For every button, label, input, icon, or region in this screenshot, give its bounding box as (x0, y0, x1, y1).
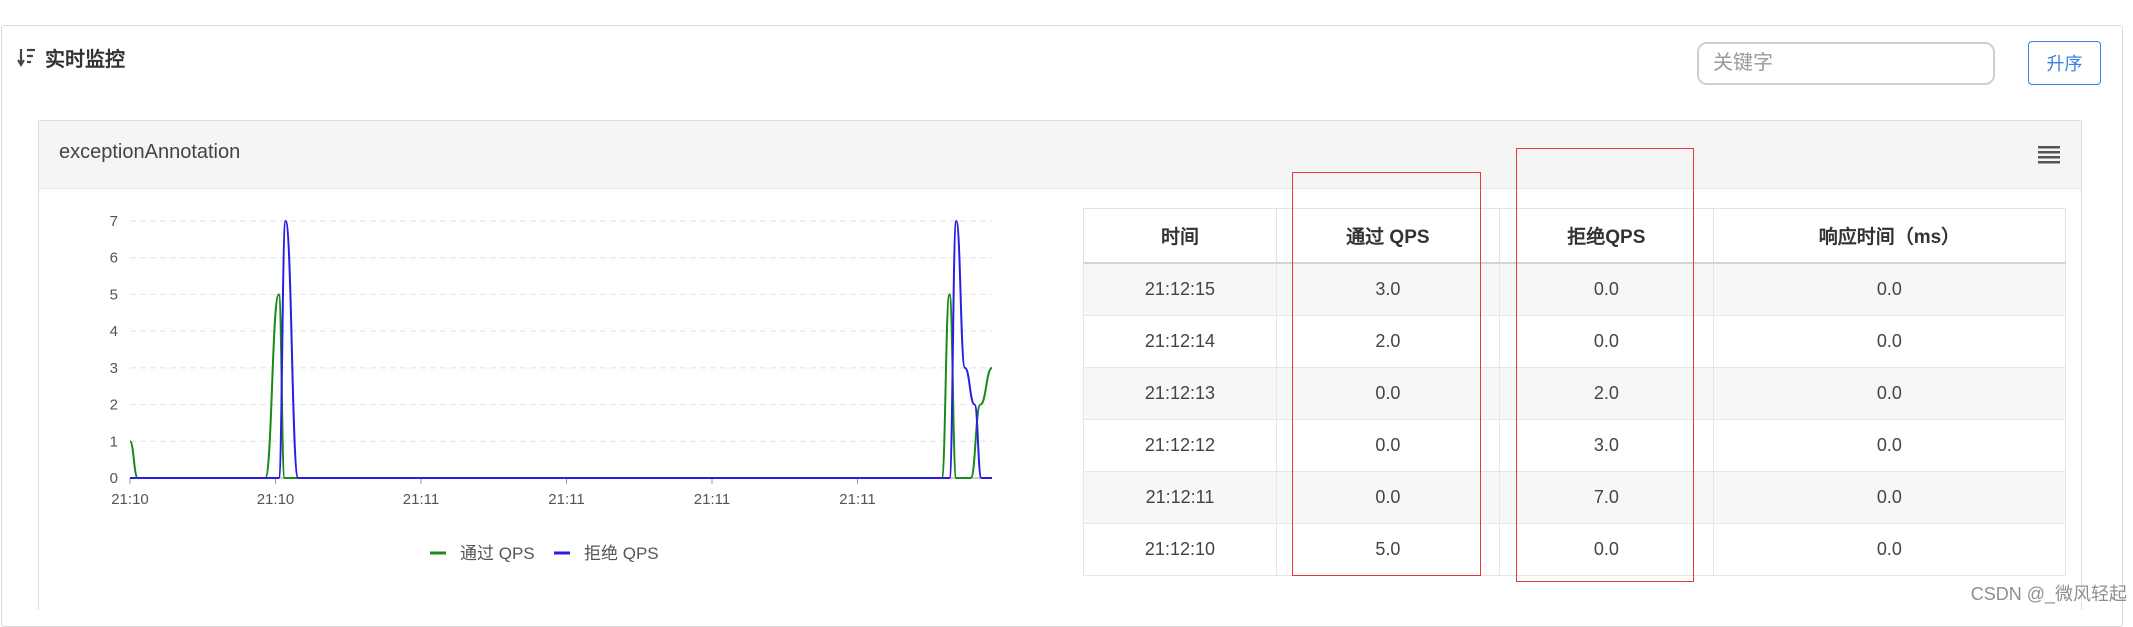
cell-pass-qps: 0.0 (1275, 419, 1500, 472)
y-tick-label: 2 (110, 397, 118, 414)
y-tick-label: 5 (110, 286, 118, 303)
cell-time: 21:12:15 (1083, 262, 1277, 316)
table-row: 21:12:13 0.0 2.0 0.0 (1083, 367, 2067, 420)
y-tick-label: 7 (110, 213, 118, 230)
cell-pass-qps: 5.0 (1275, 523, 1500, 576)
table-row: 21:12:15 3.0 0.0 0.0 (1083, 262, 2067, 316)
cell-pass-qps: 3.0 (1275, 262, 1500, 316)
qps-line-chart: 0 1 2 3 4 5 6 7 21:10 21:10 21:11 21:11 21:11 21:11 通过… (110, 213, 993, 563)
cell-time: 21:12:13 (1083, 367, 1277, 420)
cell-pass-qps: 2.0 (1275, 315, 1500, 368)
x-tick-label: 21:11 (839, 491, 875, 508)
cell-response-time: 0.0 (1712, 262, 2067, 316)
y-tick-label: 4 (110, 323, 118, 340)
legend-pass-qps-label: 通过 QPS (460, 544, 535, 563)
cell-block-qps: 7.0 (1498, 471, 1714, 524)
cell-block-qps: 0.0 (1498, 523, 1714, 576)
table-header-row: 时间 通过 QPS 拒绝QPS 响应时间（ms） (1083, 208, 2067, 264)
y-tick-label: 1 (110, 433, 118, 450)
x-tick-label: 21:11 (548, 491, 584, 508)
y-tick-label: 3 (110, 360, 118, 377)
col-header-response-time: 响应时间（ms） (1712, 208, 2067, 264)
col-header-block-qps: 拒绝QPS (1498, 208, 1714, 264)
qps-table: 时间 通过 QPS 拒绝QPS 响应时间（ms） 21:12:15 3.0 0.… (1083, 208, 2067, 576)
cell-response-time: 0.0 (1712, 523, 2067, 576)
x-tick-label: 21:10 (111, 491, 149, 508)
sort-ascending-button[interactable]: 升序 (2028, 41, 2101, 85)
cell-response-time: 0.0 (1712, 367, 2067, 420)
y-tick-label: 0 (110, 470, 118, 487)
table-row: 21:12:12 0.0 3.0 0.0 (1083, 419, 2067, 472)
menu-icon[interactable] (2037, 144, 2061, 164)
pass-qps-series-line (129, 293, 993, 480)
legend-block-qps-label: 拒绝 QPS (584, 544, 659, 563)
cell-block-qps: 2.0 (1498, 367, 1714, 420)
cell-time: 21:12:10 (1083, 523, 1277, 576)
col-header-pass-qps: 通过 QPS (1275, 208, 1500, 264)
table-row: 21:12:11 0.0 7.0 0.0 (1083, 471, 2067, 524)
cell-response-time: 0.0 (1712, 471, 2067, 524)
cell-response-time: 0.0 (1712, 315, 2067, 368)
table-row: 21:12:10 5.0 0.0 0.0 (1083, 523, 2067, 576)
cell-pass-qps: 0.0 (1275, 367, 1500, 420)
cell-time: 21:12:11 (1083, 471, 1277, 524)
y-tick-label: 6 (110, 250, 118, 267)
watermark: CSDN @_微风轻起 (1970, 584, 2127, 604)
cell-response-time: 0.0 (1712, 419, 2067, 472)
cell-block-qps: 3.0 (1498, 419, 1714, 472)
col-header-time: 时间 (1083, 208, 1277, 264)
table-row: 21:12:14 2.0 0.0 0.0 (1083, 315, 2067, 368)
cell-time: 21:12:12 (1083, 419, 1277, 472)
cell-block-qps: 0.0 (1498, 315, 1714, 368)
cell-time: 21:12:14 (1083, 315, 1277, 368)
keyword-search-input[interactable] (1697, 42, 1995, 85)
x-tick-label: 21:11 (403, 491, 439, 508)
cell-block-qps: 0.0 (1498, 262, 1714, 316)
block-qps-series-line (130, 219, 992, 480)
x-tick-label: 21:10 (257, 491, 295, 508)
cell-pass-qps: 0.0 (1275, 471, 1500, 524)
x-tick-label: 21:11 (694, 491, 730, 508)
